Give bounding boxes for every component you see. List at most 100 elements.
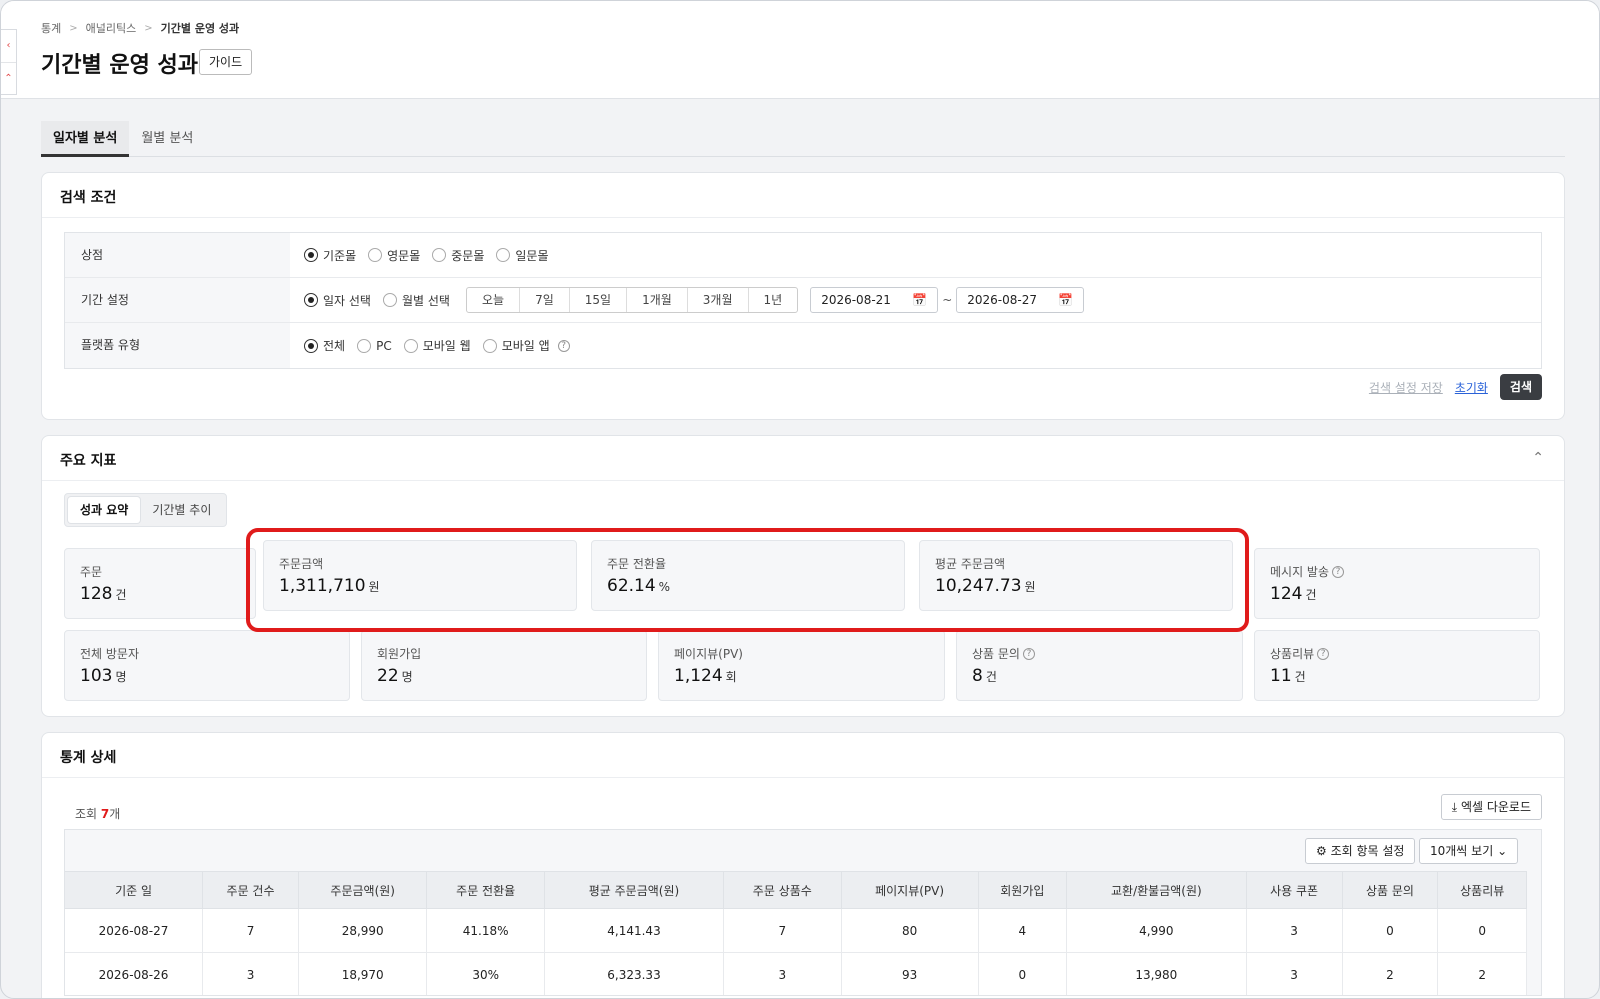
radio-icon — [382, 293, 397, 307]
filter-row-period: 기간 설정 일자 선택 월별 선택 오늘 7일 15일 1개월 3개월 1년 2… — [65, 278, 1541, 323]
help-icon[interactable]: ? — [1022, 647, 1035, 660]
preset-15d[interactable]: 15일 — [570, 288, 628, 312]
double-chevron-up-icon[interactable]: ⌃ — [1, 62, 16, 94]
chevron-left-icon[interactable]: ‹ — [1, 30, 16, 62]
toggle-trend[interactable]: 기간별 추이 — [140, 497, 223, 523]
metric-visitors: 전체 방문자 103 명 — [64, 630, 350, 701]
metric-orders: 주문 128 건 — [64, 548, 256, 619]
col-coupons[interactable]: 사용 쿠폰 — [1246, 871, 1343, 909]
filter-row-store: 상점 기준몰 영문몰 중문몰 일문몰 — [65, 233, 1541, 278]
toggle-summary[interactable]: 성과 요약 — [68, 497, 141, 523]
guide-button[interactable]: 가이드 — [199, 49, 253, 75]
page-size-select[interactable]: 10개씩 보기 ⌄ — [1419, 838, 1519, 864]
divider — [42, 217, 1564, 218]
metric-pageviews: 페이지뷰(PV) 1,124 회 — [658, 630, 945, 701]
metric-signups: 회원가입 22 명 — [361, 630, 647, 701]
analysis-tabs: 일자별 분석 월별 분석 — [41, 121, 1565, 157]
chevron-right-icon: > — [144, 22, 153, 34]
radio-platform-mobile-app[interactable]: 모바일 앱? — [482, 337, 570, 354]
date-from-input[interactable]: 2026-08-21 📅 — [810, 287, 939, 313]
preset-3m[interactable]: 3개월 — [688, 288, 749, 312]
col-avg-order[interactable]: 평균 주문금액(원) — [544, 871, 725, 909]
radio-store-default[interactable]: 기준몰 — [304, 247, 356, 264]
col-conversion[interactable]: 주문 전환율 — [426, 871, 545, 909]
save-search-settings-link[interactable]: 검색 설정 저장 — [1369, 379, 1443, 396]
col-inquiries[interactable]: 상품 문의 — [1342, 871, 1439, 909]
table-row: 2026-08-27 7 28,990 41.18% 4,141.43 7 80… — [65, 908, 1527, 953]
column-settings-button[interactable]: ⚙ 조회 항목 설정 — [1305, 838, 1416, 864]
col-reviews[interactable]: 상품리뷰 — [1437, 871, 1527, 909]
radio-checked-icon — [304, 248, 318, 262]
page-header: 통계 > 애널리틱스 > 기간별 운영 성과 기간별 운영 성과 가이드 — [1, 1, 1599, 99]
help-icon[interactable]: ? — [557, 339, 570, 352]
excel-download-button[interactable]: ⤓ 엑셀 다운로드 — [1440, 794, 1542, 820]
radio-period-daily[interactable]: 일자 선택 — [304, 292, 371, 309]
search-card-title: 검색 조건 — [60, 190, 117, 206]
search-conditions-card: 검색 조건 상점 기준몰 영문몰 중문몰 일문몰 기간 설정 일자 선택 월별 … — [41, 172, 1565, 420]
divider — [42, 480, 1564, 481]
reset-link[interactable]: 초기화 — [1455, 379, 1488, 396]
store-label: 상점 — [65, 233, 290, 277]
detail-card-title: 통계 상세 — [60, 750, 117, 766]
radio-icon — [432, 248, 447, 262]
period-label: 기간 설정 — [65, 278, 290, 322]
radio-icon — [368, 248, 383, 262]
search-button[interactable]: 검색 — [1499, 374, 1542, 400]
col-order-amount[interactable]: 주문금액(원) — [298, 871, 428, 909]
radio-icon — [496, 248, 511, 262]
calendar-icon: 📅 — [1058, 293, 1074, 307]
col-signups[interactable]: 회원가입 — [978, 871, 1068, 909]
date-to-input[interactable]: 2026-08-27 📅 — [956, 287, 1085, 313]
radio-store-english[interactable]: 영문몰 — [368, 247, 420, 264]
help-icon[interactable]: ? — [1332, 565, 1345, 578]
col-orders[interactable]: 주문 건수 — [202, 871, 299, 909]
metric-product-reviews: 상품리뷰? 11 건 — [1254, 630, 1540, 701]
metric-average-order: 평균 주문금액 10,247.73 원 — [919, 540, 1233, 611]
radio-checked-icon — [304, 293, 318, 307]
table-row: 2026-08-26 3 18,970 30% 6,323.33 3 93 0 … — [65, 952, 1527, 995]
app-frame: 통계 > 애널리틱스 > 기간별 운영 성과 기간별 운영 성과 가이드 ‹ ⌃… — [0, 0, 1600, 999]
col-pageviews[interactable]: 페이지뷰(PV) — [841, 871, 979, 909]
filter-row-platform: 플랫폼 유형 전체 PC 모바일 웹 모바일 앱? — [65, 323, 1541, 368]
breadcrumb-item-current: 기간별 운영 성과 — [160, 22, 240, 35]
col-order-products[interactable]: 주문 상품수 — [723, 871, 842, 909]
breadcrumb-item-analytics[interactable]: 애널리틱스 — [86, 20, 137, 36]
chevron-down-icon: ⌄ — [1497, 844, 1508, 858]
stats-table-wrapper: ⚙ 조회 항목 설정 10개씩 보기 ⌄ 기준 일 주문 건수 주문금액(원) … — [64, 829, 1542, 996]
help-icon[interactable]: ? — [1317, 647, 1330, 660]
radio-store-chinese[interactable]: 중문몰 — [432, 247, 484, 264]
metric-messages: 메시지 발송? 124 건 — [1254, 548, 1540, 619]
preset-today[interactable]: 오늘 — [467, 288, 521, 312]
radio-period-monthly[interactable]: 월별 선택 — [382, 292, 450, 309]
radio-platform-pc[interactable]: PC — [357, 338, 392, 353]
metrics-card-title: 주요 지표 — [60, 453, 117, 469]
filter-table: 상점 기준몰 영문몰 중문몰 일문몰 기간 설정 일자 선택 월별 선택 오늘 … — [64, 232, 1542, 369]
stats-table: 기준 일 주문 건수 주문금액(원) 주문 전환율 평균 주문금액(원) 주문 … — [65, 871, 1527, 995]
calendar-icon: 📅 — [912, 293, 928, 307]
divider — [42, 777, 1564, 778]
preset-1y[interactable]: 1년 — [749, 288, 798, 312]
col-date[interactable]: 기준 일 — [65, 871, 204, 909]
page-title: 기간별 운영 성과 — [41, 53, 198, 78]
search-actions: 검색 설정 저장 초기화 검색 — [1369, 374, 1542, 400]
chevron-up-icon[interactable]: ⌃ — [1532, 450, 1544, 466]
radio-platform-all[interactable]: 전체 — [304, 337, 345, 354]
tab-daily[interactable]: 일자별 분석 — [41, 121, 130, 157]
breadcrumb: 통계 > 애널리틱스 > 기간별 운영 성과 — [41, 20, 239, 36]
breadcrumb-item-stats[interactable]: 통계 — [41, 20, 61, 36]
platform-label: 플랫폼 유형 — [65, 323, 290, 368]
radio-icon — [357, 338, 372, 353]
radio-store-japanese[interactable]: 일문몰 — [496, 247, 549, 264]
col-refund[interactable]: 교환/환불금액(원) — [1066, 871, 1247, 909]
preset-1m[interactable]: 1개월 — [627, 288, 688, 312]
metric-product-inquiries: 상품 문의? 8건 — [956, 630, 1243, 701]
radio-icon — [482, 338, 497, 353]
metric-conversion-rate: 주문 전환율 62.14% — [591, 540, 905, 611]
preset-7d[interactable]: 7일 — [520, 288, 570, 312]
chevron-right-icon: > — [69, 22, 78, 34]
radio-checked-icon — [304, 338, 318, 353]
result-count: 조회 7개 — [75, 807, 121, 821]
tab-monthly[interactable]: 월별 분석 — [129, 121, 205, 157]
side-panel-toggle: ‹ ⌃ — [1, 29, 17, 95]
radio-platform-mobile-web[interactable]: 모바일 웹 — [403, 337, 471, 354]
